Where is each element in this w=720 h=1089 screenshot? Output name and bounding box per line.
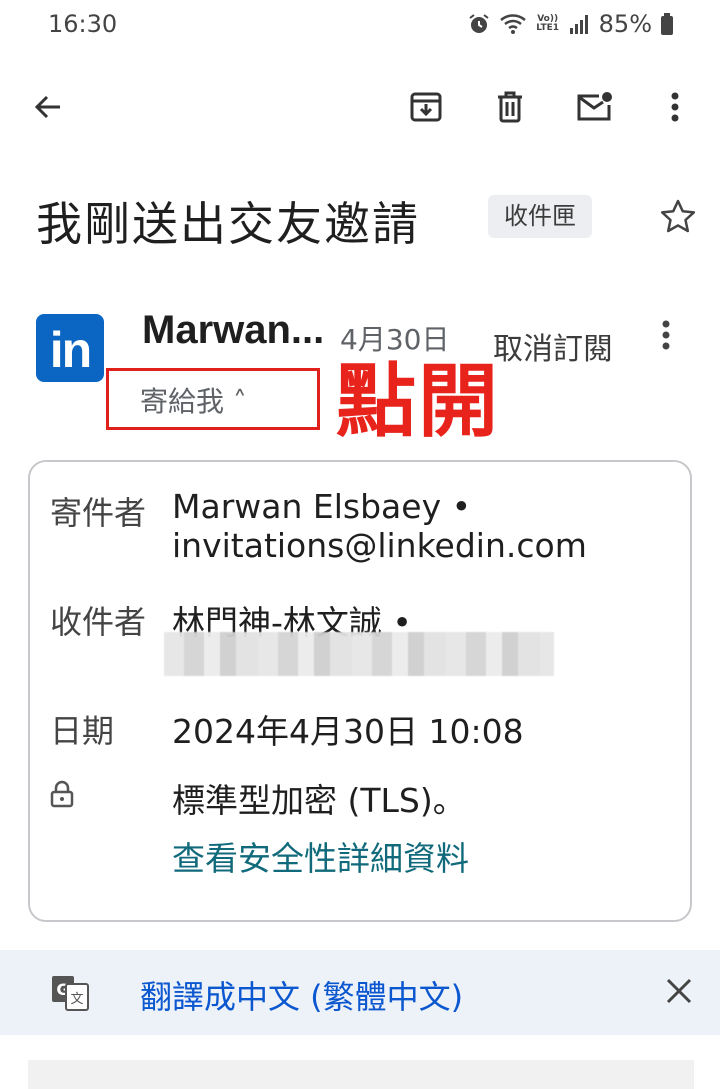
back-arrow-icon [34,95,60,119]
mark-unread-button[interactable] [571,84,617,130]
back-button[interactable] [25,84,71,130]
more-vert-icon [671,92,679,122]
more-vert-icon [662,320,670,350]
archive-icon [410,92,442,122]
from-email: invitations@linkedin.com [172,526,587,565]
sender-name: Marwan... [142,308,325,352]
mark-unread-icon [577,92,612,121]
svg-text:文: 文 [70,992,83,1007]
email-details-card: 寄件者 Marwan Elsbaey • invitations@linkedi… [28,460,692,922]
volte-indicator: Vo)) LTE1 [536,14,560,33]
security-details-link[interactable]: 查看安全性詳細資料 [172,832,469,880]
trash-icon [498,91,522,123]
translate-bar: G文 翻譯成中文 (繁體中文) [0,950,720,1035]
close-translate-button[interactable] [664,976,694,1010]
date-value: 2024年4月30日 10:08 [172,712,524,751]
unsubscribe-button[interactable]: 取消訂閱 [493,324,613,368]
battery-percent: 85% [598,10,652,38]
battery-icon [660,12,674,36]
security-text: 標準型加密 (TLS)。 [172,781,466,820]
top-toolbar [0,74,720,140]
star-button[interactable] [658,197,698,241]
message-more-button[interactable] [662,320,670,354]
email-body-top [28,1060,694,1089]
redacted-email [164,632,554,676]
email-subject: 我剛送出交友邀請 [36,197,420,251]
signal-icon [569,13,591,35]
status-bar: 16:30 Vo)) LTE1 85% [0,0,720,54]
delete-button[interactable] [487,84,533,130]
status-icons: Vo)) LTE1 85% [467,10,674,38]
sender-avatar[interactable]: in [36,314,104,382]
from-name: Marwan Elsbaey • [172,487,472,526]
alarm-icon [467,12,491,36]
archive-button[interactable] [403,84,449,130]
status-time: 16:30 [48,10,118,38]
lock-icon [50,780,74,812]
to-label: 收件者 [50,603,147,641]
close-icon [666,978,692,1004]
more-options-button[interactable] [652,84,698,130]
translate-icon: G文 [50,974,90,1016]
star-icon [660,199,696,233]
translate-link[interactable]: 翻譯成中文 (繁體中文) [140,972,463,1018]
inbox-label-chip[interactable]: 收件匣 [488,195,592,238]
wifi-icon [499,12,527,36]
recipient-toggle[interactable]: 寄給我 ˄ [140,380,247,420]
email-date: 4月30日 [340,323,450,356]
date-label: 日期 [50,712,115,750]
from-label: 寄件者 [50,494,147,532]
annotation-text: 點開 [336,355,500,448]
